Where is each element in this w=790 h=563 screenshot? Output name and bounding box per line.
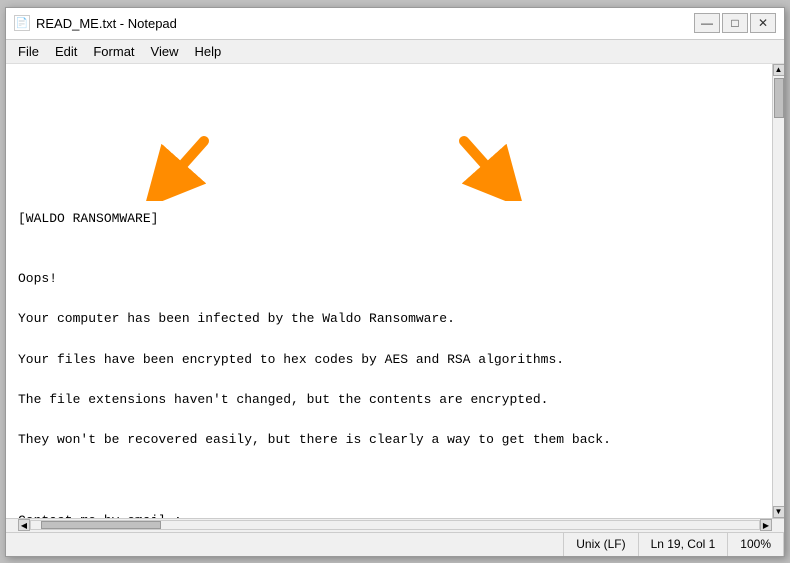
- minimize-button[interactable]: —: [694, 13, 720, 33]
- menu-view[interactable]: View: [143, 42, 187, 61]
- menu-format[interactable]: Format: [85, 42, 142, 61]
- scroll-up-arrow[interactable]: ▲: [773, 64, 785, 76]
- scroll-left-arrow[interactable]: ◀: [18, 519, 30, 531]
- window-controls: — □ ✕: [694, 13, 776, 33]
- vertical-scrollbar[interactable]: ▲ ▼: [772, 64, 784, 518]
- line-oops: Oops!: [18, 271, 57, 286]
- line-extensions: The file extensions haven't changed, but…: [18, 392, 549, 407]
- title-bar-left: 📄 READ_ME.txt - Notepad: [14, 15, 177, 31]
- horizontal-scrollbar[interactable]: ◀ ▶: [6, 518, 784, 532]
- menu-help[interactable]: Help: [186, 42, 229, 61]
- menu-bar: File Edit Format View Help: [6, 40, 784, 64]
- line-contact-label: Contact me by email :: [18, 513, 182, 518]
- scroll-thumb[interactable]: [774, 78, 784, 118]
- status-encoding: Unix (LF): [564, 533, 638, 556]
- title-bar: 📄 READ_ME.txt - Notepad — □ ✕: [6, 8, 784, 40]
- line-encrypted: Your files have been encrypted to hex co…: [18, 352, 564, 367]
- scroll-right-arrow[interactable]: ▶: [760, 519, 772, 531]
- scroll-h-thumb[interactable]: [41, 521, 161, 529]
- text-content: [WALDO RANSOMWARE] Oops! Your computer h…: [18, 189, 772, 518]
- scroll-down-arrow[interactable]: ▼: [773, 506, 785, 518]
- app-icon: 📄: [14, 15, 30, 31]
- maximize-button[interactable]: □: [722, 13, 748, 33]
- status-position: Ln 19, Col 1: [639, 533, 729, 556]
- scroll-h-track: [30, 520, 760, 530]
- app-icon-symbol: 📄: [16, 18, 28, 29]
- status-empty: [6, 533, 564, 556]
- menu-file[interactable]: File: [10, 42, 47, 61]
- window-title: READ_ME.txt - Notepad: [36, 16, 177, 31]
- notepad-window: 📄 READ_ME.txt - Notepad — □ ✕ File Edit …: [5, 7, 785, 557]
- line-infected: Your computer has been infected by the W…: [18, 311, 455, 326]
- line-recovered: They won't be recovered easily, but ther…: [18, 432, 611, 447]
- notepad-content[interactable]: [WALDO RANSOMWARE] Oops! Your computer h…: [6, 64, 784, 518]
- status-bar: Unix (LF) Ln 19, Col 1 100%: [6, 532, 784, 556]
- heading-line: [WALDO RANSOMWARE]: [18, 211, 158, 226]
- status-zoom: 100%: [728, 533, 784, 556]
- content-area: [WALDO RANSOMWARE] Oops! Your computer h…: [6, 64, 784, 556]
- text-area-wrapper: [WALDO RANSOMWARE] Oops! Your computer h…: [6, 64, 784, 518]
- close-button[interactable]: ✕: [750, 13, 776, 33]
- menu-edit[interactable]: Edit: [47, 42, 85, 61]
